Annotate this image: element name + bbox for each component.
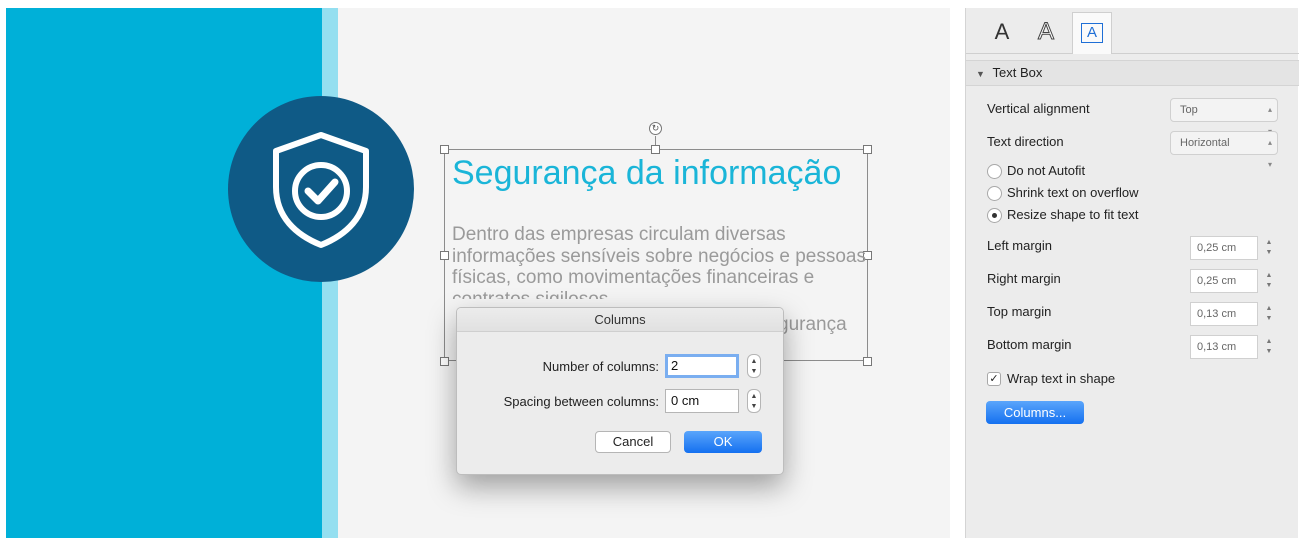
tab-text-style[interactable]: A <box>982 12 1022 54</box>
resize-handle-top-left[interactable] <box>440 145 449 154</box>
radio-button-selected[interactable] <box>987 208 1002 223</box>
resize-handle-top-right[interactable] <box>863 145 872 154</box>
radio-label: Do not Autofit <box>1007 163 1086 178</box>
vertical-alignment-select[interactable]: Top ▴▾ <box>1170 98 1278 136</box>
columns-dialog: Columns Number of columns: 2 ▲ ▼ Spacing … <box>456 307 784 475</box>
spacing-label: Spacing between columns: <box>503 394 659 409</box>
num-columns-input[interactable]: 2 <box>665 354 739 378</box>
slide-title[interactable]: Segurança da informação <box>452 154 841 193</box>
shield-badge[interactable] <box>228 96 414 282</box>
top-margin-stepper[interactable]: ▲ ▼ <box>1262 302 1276 326</box>
slide-body-overflow-text[interactable]: gurança <box>778 314 847 336</box>
slide-canvas[interactable]: ↻ Segurança da informação Dentro das emp… <box>6 8 950 538</box>
resize-handle-top[interactable] <box>651 145 660 154</box>
top-margin-input[interactable]: 0,13 cm <box>1190 302 1258 326</box>
tab-text-box[interactable]: A <box>1072 12 1112 54</box>
radio-button[interactable] <box>987 164 1002 179</box>
resize-handle-left[interactable] <box>440 251 449 260</box>
left-margin-input[interactable]: 0,25 cm <box>1190 236 1258 260</box>
text-direction-value: Horizontal <box>1180 137 1230 149</box>
right-margin-label: Right margin <box>987 271 1061 286</box>
left-margin-stepper[interactable]: ▲ ▼ <box>1262 236 1276 260</box>
radio-label: Shrink text on overflow <box>1007 185 1139 200</box>
wrap-text-checkbox[interactable]: ✓ <box>987 372 1001 386</box>
text-style-icon: A <box>994 19 1010 44</box>
bottom-margin-stepper[interactable]: ▲ ▼ <box>1262 335 1276 359</box>
num-columns-row: Number of columns: 2 ▲ ▼ <box>457 354 783 380</box>
vertical-alignment-value: Top <box>1180 104 1198 116</box>
bottom-margin-label: Bottom margin <box>987 337 1072 352</box>
resize-handle-bottom-right[interactable] <box>863 357 872 366</box>
slide-left-band <box>6 8 322 538</box>
spacing-stepper[interactable]: ▲ ▼ <box>747 389 761 413</box>
text-outline-icon: A <box>1037 18 1054 46</box>
radio-label: Resize shape to fit text <box>1007 207 1139 222</box>
text-direction-select[interactable]: Horizontal ▴ ▾ <box>1170 131 1278 169</box>
num-columns-stepper[interactable]: ▲ ▼ <box>747 354 761 378</box>
slide-body-text[interactable]: Dentro das empresas circulam diversas in… <box>452 224 872 299</box>
tab-text-outline[interactable]: A <box>1026 12 1066 54</box>
dialog-title: Columns <box>457 308 783 332</box>
resize-handle-bottom-left[interactable] <box>440 357 449 366</box>
columns-button[interactable]: Columns... <box>986 401 1084 424</box>
rotate-handle-icon[interactable]: ↻ <box>649 122 662 135</box>
top-margin-label: Top margin <box>987 304 1052 319</box>
section-title: Text Box <box>992 65 1043 80</box>
inspector-tabbar: A A A <box>966 8 1299 54</box>
spacing-input[interactable]: 0 cm <box>665 389 739 413</box>
text-box-section-header[interactable]: ▼ Text Box <box>966 60 1299 86</box>
format-inspector: A A A ▼ Text Box Vertical alignment Top … <box>965 8 1299 538</box>
shield-check-icon <box>273 132 369 248</box>
radio-button[interactable] <box>987 186 1002 201</box>
chevron-updown-icon: ▴▾ <box>1267 138 1272 169</box>
right-margin-input[interactable]: 0,25 cm <box>1190 269 1258 293</box>
ok-button[interactable]: OK <box>684 431 762 453</box>
cancel-button[interactable]: Cancel <box>595 431 671 453</box>
vertical-alignment-label: Vertical alignment <box>987 101 1090 116</box>
bottom-margin-input[interactable]: 0,13 cm <box>1190 335 1258 359</box>
spacing-row: Spacing between columns: 0 cm ▲ ▼ <box>457 389 783 415</box>
num-columns-label: Number of columns: <box>542 359 659 374</box>
text-box-icon: A <box>1081 23 1103 43</box>
wrap-text-label: Wrap text in shape <box>1007 371 1116 386</box>
right-margin-stepper[interactable]: ▲ ▼ <box>1262 269 1276 293</box>
left-margin-label: Left margin <box>987 238 1053 253</box>
disclosure-triangle-icon: ▼ <box>976 69 985 79</box>
text-direction-label: Text direction <box>987 134 1064 149</box>
